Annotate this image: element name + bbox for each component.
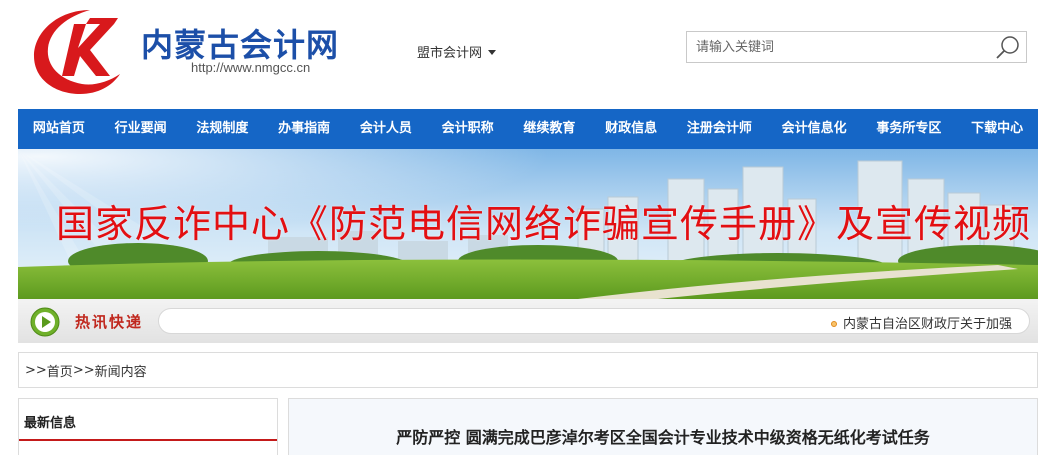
latest-info-panel: 最新信息 (18, 398, 278, 455)
caret-down-icon (488, 50, 497, 55)
nav-item-accountants[interactable]: 会计人员 (345, 109, 427, 149)
nav-item-firms-zone[interactable]: 事务所专区 (862, 109, 957, 149)
site-url: http://www.nmgcc.cn (191, 60, 311, 75)
search-input[interactable] (687, 32, 987, 62)
nav-item-continuing-education[interactable]: 继续教育 (509, 109, 591, 149)
breadcrumb-home-link[interactable]: 首页 (47, 361, 73, 380)
nav-item-service-guide[interactable]: 办事指南 (263, 109, 345, 149)
nav-item-regulations[interactable]: 法规制度 (182, 109, 264, 149)
nav-item-accounting-titles[interactable]: 会计职称 (427, 109, 509, 149)
sidebar-title-underline (19, 439, 277, 441)
article-panel: 严防严控 圆满完成巴彦淖尔考区全国会计专业技术中级资格无纸化考试任务 (288, 398, 1038, 455)
bullet-icon (831, 320, 837, 327)
search-icon[interactable] (994, 34, 1022, 60)
hot-news-label: 热讯快递 (75, 313, 144, 331)
nav-item-industry-news[interactable]: 行业要闻 (100, 109, 182, 149)
hot-news-item-text: 内蒙古自治区财政厅关于加强 (843, 317, 1013, 332)
nav-item-cpa[interactable]: 注册会计师 (672, 109, 767, 149)
site-logo-icon[interactable] (28, 4, 128, 96)
breadcrumb-current: 新闻内容 (94, 364, 147, 380)
breadcrumb: >> 首页 >> 新闻内容 (18, 352, 1038, 388)
nav-item-finance-info[interactable]: 财政信息 (590, 109, 672, 149)
nav-item-downloads[interactable]: 下载中心 (956, 109, 1038, 149)
search-box (686, 31, 1027, 63)
article-title: 严防严控 圆满完成巴彦淖尔考区全国会计专业技术中级资格无纸化考试任务 (396, 428, 930, 447)
nav-item-home[interactable]: 网站首页 (18, 109, 100, 149)
banner-title: 国家反诈中心《防范电信网络诈骗宣传手册》及宣传视频 (56, 202, 1032, 246)
banner[interactable]: 国家反诈中心《防范电信网络诈骗宣传手册》及宣传视频 (18, 149, 1038, 299)
hot-news-bar: 热讯快递 内蒙古自治区财政厅关于加强 (18, 299, 1038, 343)
play-icon (30, 307, 60, 337)
nav-item-accounting-it[interactable]: 会计信息化 (767, 109, 862, 149)
city-site-dropdown[interactable]: 盟市会计网 (417, 42, 497, 61)
city-site-dropdown-label: 盟市会计网 (417, 46, 483, 61)
breadcrumb-prefix: >> (25, 362, 47, 378)
hot-news-ticker: 内蒙古自治区财政厅关于加强 (158, 308, 1030, 334)
sidebar-title: 最新信息 (24, 416, 77, 431)
site-header: 内蒙古会计网 http://www.nmgcc.cn 盟市会计网 (0, 0, 1044, 108)
breadcrumb-separator: >> (72, 362, 95, 378)
hot-news-item[interactable]: 内蒙古自治区财政厅关于加强 (831, 313, 1012, 332)
main-nav: 网站首页 行业要闻 法规制度 办事指南 会计人员 会计职称 继续教育 财政信息 … (18, 109, 1038, 149)
